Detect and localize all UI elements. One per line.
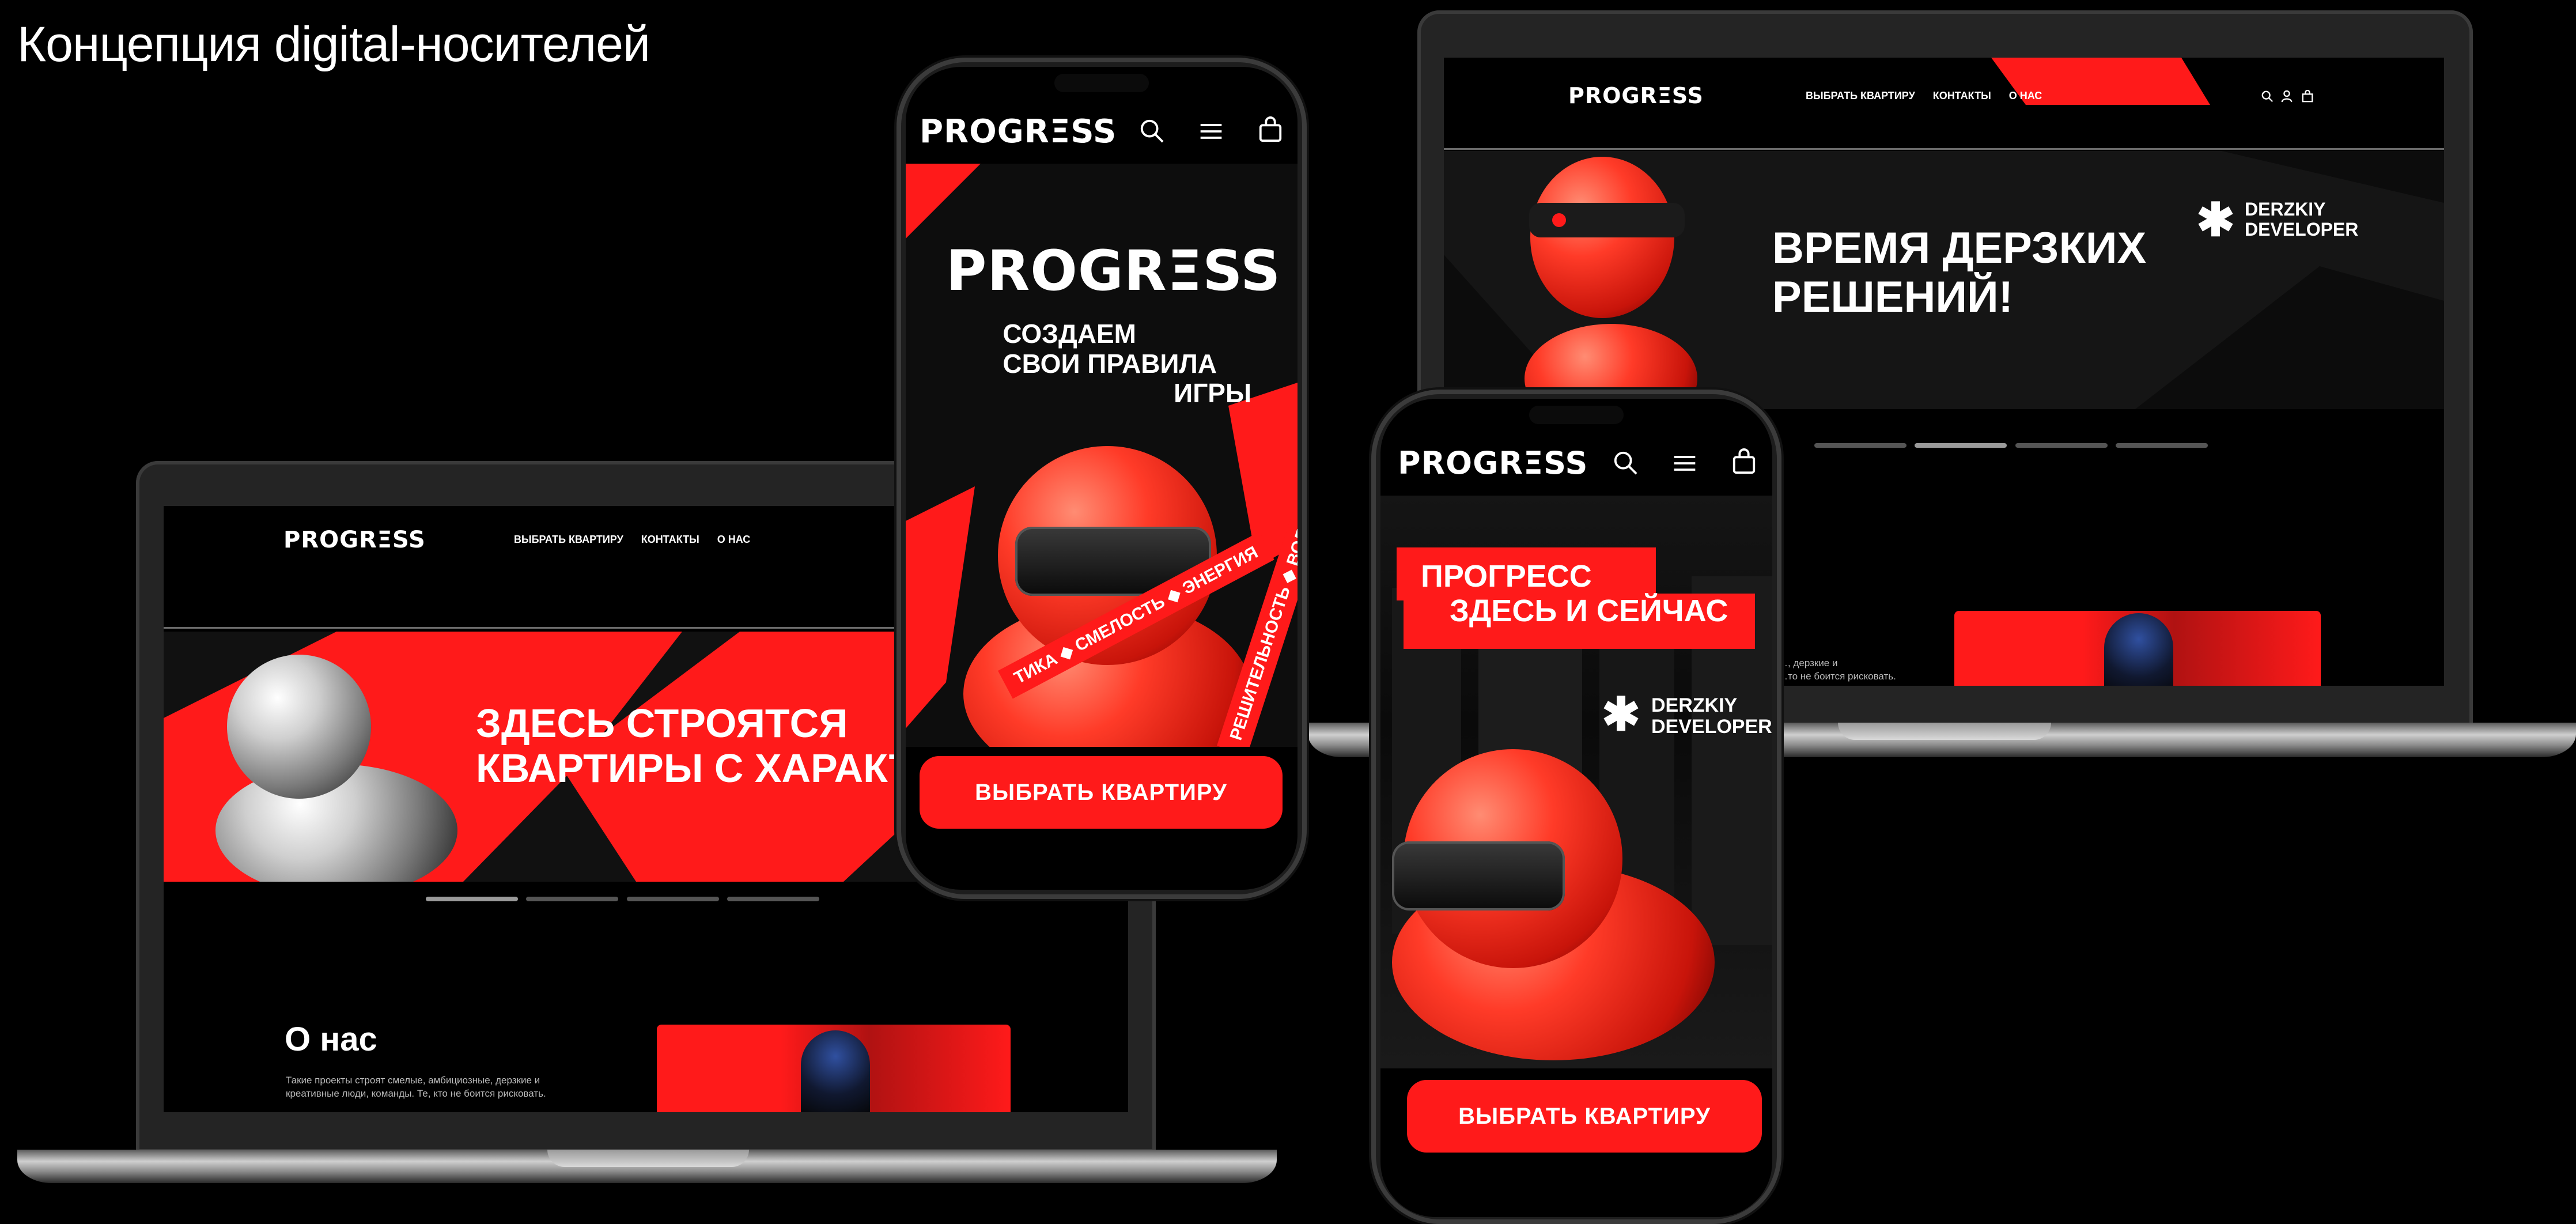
phone-right-screen: PROGRΞSS ПРОГРЕСС ЗДЕСЬ И СЕЙЧАС ✱ DERZK… [1380, 399, 1772, 1217]
person-silhouette [801, 1030, 870, 1112]
hero-line-1: ВРЕМЯ ДЕРЗКИХ [1772, 224, 2147, 273]
about-text-line-1: …, дерзкие и [1778, 658, 1838, 668]
brand-mark: DERZKIY DEVELOPER [1651, 694, 1772, 738]
bag-icon[interactable] [1257, 116, 1284, 143]
dynamic-island [1054, 74, 1149, 92]
hero-headline: ПРОГРЕСС ЗДЕСЬ И СЕЙЧАС [1421, 559, 1728, 629]
bag-icon[interactable] [1731, 448, 1757, 475]
menu-icon[interactable] [1198, 119, 1224, 144]
site-logo[interactable]: PROGRΞSS [920, 113, 1117, 150]
header-divider [1444, 148, 2444, 150]
headband-emblem [1552, 213, 1566, 227]
menu-icon[interactable] [1672, 451, 1697, 476]
laptop-left-hinge [547, 1150, 749, 1167]
slider-dot-1[interactable] [426, 897, 518, 901]
about-text-line-1: Такие проекты строят смелые, амбициозные… [286, 1075, 540, 1086]
ninja-duck-head [1530, 157, 1674, 318]
about-text-line-2: …то не боится рисковать. [1778, 670, 1896, 682]
slider-dot-1[interactable] [1814, 443, 1907, 448]
about-photo [657, 1025, 1011, 1112]
silver-duck-head [227, 655, 371, 799]
dynamic-island [1529, 406, 1624, 424]
hero-line-2: ЗДЕСЬ И СЕЙЧАС [1450, 594, 1728, 629]
choose-apartment-button[interactable]: ВЫБРАТЬ КВАРТИРУ [920, 756, 1283, 829]
nav-item-choose-apartment[interactable]: ВЫБРАТЬ КВАРТИРУ [1806, 90, 1915, 101]
hero-line-2: КВАРТИРЫ С ХАРАКТ [476, 746, 914, 791]
hero-line-1: ЗДЕСЬ СТРОЯТСЯ [476, 701, 848, 746]
search-icon[interactable] [1138, 118, 1165, 144]
user-icon[interactable] [2280, 90, 2293, 103]
hero-line-1: ПРОГРЕСС [1421, 559, 1592, 594]
hero-banner[interactable]: ВРЕМЯ ДЕРЗКИХ РЕШЕНИЙ! ✱ DERZKIY DEVELOP… [1444, 151, 2444, 409]
slider-dot-2[interactable] [1915, 443, 2007, 448]
about-text: Такие проекты строят смелые, амбициозные… [286, 1074, 546, 1101]
hero-logo: PROGRΞSS [946, 239, 1281, 303]
about-text-line-2: креативные люди, команды. Те, кто не бои… [286, 1087, 546, 1099]
bag-icon[interactable] [2301, 89, 2314, 103]
phone-left: PROGRΞSS PROGRΞSS СОЗДАЕМ СВОИ ПРАВИЛА И… [897, 58, 1307, 899]
hero-slogan: СОЗДАЕМ СВОИ ПРАВИЛА ИГРЫ [906, 319, 1251, 409]
site-logo[interactable]: PROGRΞSS [1568, 83, 1704, 108]
slider-dot-4[interactable] [727, 897, 820, 901]
slogan-line-1: СОЗДАЕМ [1003, 319, 1136, 349]
brand-line-1: DERZKIY [1651, 694, 1738, 716]
slider-dot-3[interactable] [626, 897, 719, 901]
hero-headline: ВРЕМЯ ДЕРЗКИХ РЕШЕНИЙ! [1772, 224, 2146, 322]
slider-indicators [426, 894, 820, 904]
nav-item-about[interactable]: О НАС [717, 534, 751, 545]
person-silhouette [2104, 613, 2173, 686]
phone-right: PROGRΞSS ПРОГРЕСС ЗДЕСЬ И СЕЙЧАС ✱ DERZK… [1371, 390, 1781, 1224]
hero-banner[interactable]: ПРОГРЕСС ЗДЕСЬ И СЕЙЧАС ✱ DERZKIY DEVELO… [1380, 496, 1772, 1068]
nav-item-contacts[interactable]: КОНТАКТЫ [641, 534, 699, 545]
brand-line-1: DERZKIY [2245, 199, 2326, 220]
search-icon[interactable] [1612, 449, 1639, 476]
laptop-right-hinge [1838, 723, 2051, 740]
main-nav: ВЫБРАТЬ КВАРТИРУ КОНТАКТЫ О НАС [1806, 90, 2057, 102]
page-title: Концепция digital-носителей [17, 17, 650, 72]
slider-dot-4[interactable] [2116, 443, 2208, 448]
choose-apartment-button[interactable]: ВЫБРАТЬ КВАРТИРУ [1407, 1080, 1762, 1153]
slider-dot-2[interactable] [526, 897, 619, 901]
nav-item-contacts[interactable]: КОНТАКТЫ [1933, 90, 1991, 101]
main-nav: ВЫБРАТЬ КВАРТИРУ КОНТАКТЫ О НАС [514, 534, 765, 546]
nav-item-choose-apartment[interactable]: ВЫБРАТЬ КВАРТИРУ [514, 534, 623, 545]
phone-left-screen: PROGRΞSS PROGRΞSS СОЗДАЕМ СВОИ ПРАВИЛА И… [906, 67, 1298, 890]
about-photo [1954, 611, 2321, 686]
nav-item-about[interactable]: О НАС [2009, 90, 2042, 101]
hero-headline: ЗДЕСЬ СТРОЯТСЯ КВАРТИРЫ С ХАРАКТ [476, 701, 913, 791]
about-title: О нас [285, 1021, 377, 1058]
asterisk-icon: ✱ [2196, 194, 2235, 245]
slider-dot-3[interactable] [2015, 443, 2108, 448]
brand-line-2: DEVELOPER [1651, 716, 1772, 738]
brand-mark: DERZKIY DEVELOPER [2245, 199, 2358, 240]
hero-line-2: РЕШЕНИЙ! [1772, 273, 2013, 322]
duck-visor [1392, 841, 1565, 911]
site-logo[interactable]: PROGRΞSS [1398, 445, 1588, 481]
slogan-line-3: ИГРЫ [1174, 378, 1251, 409]
search-icon[interactable] [2261, 90, 2274, 103]
brand-line-2: DEVELOPER [2245, 219, 2359, 240]
slogan-line-2: СВОИ ПРАВИЛА [1003, 348, 1217, 379]
site-logo[interactable]: PROGRΞSS [283, 527, 426, 553]
hero-banner[interactable]: PROGRΞSS СОЗДАЕМ СВОИ ПРАВИЛА ИГРЫ ТИКА … [906, 164, 1298, 747]
about-text: …, дерзкие и …то не боится рисковать. [1778, 657, 1896, 683]
asterisk-icon: ✱ [1602, 689, 1641, 740]
slider-indicators [1814, 440, 2208, 451]
